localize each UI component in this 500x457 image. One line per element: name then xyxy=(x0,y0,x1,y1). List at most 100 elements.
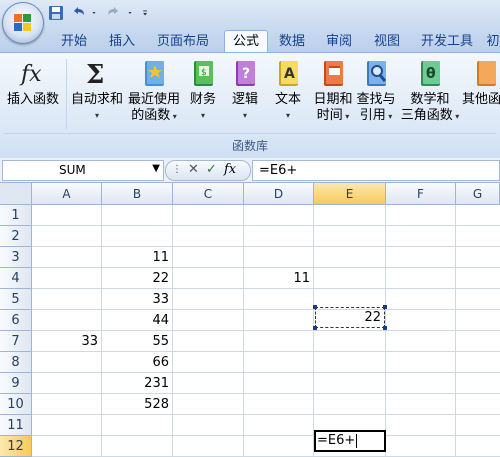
formula-input[interactable]: =E6+ xyxy=(252,160,500,181)
column-header-c[interactable]: C xyxy=(173,183,244,205)
row-header[interactable]: 3 xyxy=(0,247,32,268)
row-header[interactable]: 6 xyxy=(0,310,32,331)
group-divider xyxy=(4,133,496,134)
cell-b8[interactable]: 66 xyxy=(102,352,173,373)
svg-text:$: $ xyxy=(201,68,207,78)
column-header-b[interactable]: B xyxy=(102,183,173,205)
cell-b3[interactable]: 11 xyxy=(102,247,173,268)
cell-b6[interactable]: 44 xyxy=(102,310,173,331)
row-header[interactable]: 2 xyxy=(0,226,32,247)
row-header[interactable]: 4 xyxy=(0,268,32,289)
insert-function-label: 插入函数 xyxy=(6,92,59,107)
fx-icon[interactable]: fx xyxy=(224,162,236,177)
tab-formulas[interactable]: 公式 xyxy=(224,30,268,53)
chevron-down-icon: ▾ xyxy=(170,112,177,121)
cell-b10[interactable]: 528 xyxy=(102,394,173,415)
column-header-a[interactable]: A xyxy=(32,183,102,205)
chevron-down-icon[interactable]: ▼ xyxy=(152,163,160,174)
row-header-selected[interactable]: 12 xyxy=(0,436,32,457)
financial-label: 财务 xyxy=(189,92,216,107)
select-all-corner[interactable] xyxy=(0,183,32,205)
math-trig-label: 数学和 xyxy=(410,92,450,107)
function-library-group-label: 函数库 xyxy=(231,139,268,153)
tab-more[interactable]: 初 xyxy=(486,31,500,52)
lookup-reference-button[interactable]: 查找与 引用 ▾ xyxy=(355,57,397,125)
tab-review[interactable]: 审阅 xyxy=(320,31,358,52)
cell-b4[interactable]: 22 xyxy=(102,268,173,289)
formula-buttons: ⋮ ✕ ✓ fx xyxy=(165,160,251,181)
column-header-g[interactable]: G xyxy=(456,183,500,205)
fx-icon: fx xyxy=(17,57,49,89)
chevron-down-icon: ▾ xyxy=(200,111,205,120)
formula-text: =E6+ xyxy=(259,163,298,178)
tab-home[interactable]: 开始 xyxy=(55,31,93,52)
active-cell-e12[interactable]: =E6+ xyxy=(314,430,386,452)
worksheet-grid[interactable]: A B C D E F G 1 2 3 4 5 6 7 8 9 10 11 12… xyxy=(0,183,500,457)
expand-icon[interactable]: ⋮ xyxy=(172,164,182,175)
chevron-down-icon: ▾ xyxy=(242,111,247,120)
chevron-down-icon: ▾ xyxy=(385,112,393,121)
row-header[interactable]: 11 xyxy=(0,415,32,436)
lookup-reference-label: 查找与 xyxy=(356,92,396,107)
row-header[interactable]: 10 xyxy=(0,394,32,415)
cell-b7[interactable]: 55 xyxy=(102,331,173,352)
row-header[interactable]: 1 xyxy=(0,205,32,226)
copy-marquee-e6: 22 xyxy=(313,305,387,330)
gridline xyxy=(313,205,314,457)
finance-book-icon: $ xyxy=(187,57,219,89)
column-header-d[interactable]: D xyxy=(244,183,314,205)
tab-page-layout[interactable]: 页面布局 xyxy=(150,31,216,52)
gridline xyxy=(32,435,500,436)
date-time-button[interactable]: 日期和 时间 ▾ xyxy=(312,57,354,125)
cell-b5[interactable]: 33 xyxy=(102,289,173,310)
tab-view[interactable]: 视图 xyxy=(368,31,406,52)
gridline xyxy=(385,205,386,457)
enter-icon[interactable]: ✓ xyxy=(206,162,217,177)
cell-a7[interactable]: 33 xyxy=(32,331,102,352)
autosum-label: 自动求和 xyxy=(70,92,123,107)
column-header-e[interactable]: E xyxy=(314,183,386,205)
customize-icon[interactable] xyxy=(142,5,152,21)
svg-text:θ: θ xyxy=(426,66,436,82)
chevron-down-icon: ▾ xyxy=(342,112,350,121)
text-caret xyxy=(356,433,358,448)
theta-book-icon: θ xyxy=(414,57,446,89)
tab-developer[interactable]: 开发工具 xyxy=(414,31,480,52)
office-button[interactable] xyxy=(2,2,44,44)
star-book-icon xyxy=(138,57,170,89)
tab-data[interactable]: 数据 xyxy=(273,31,311,52)
undo-icon[interactable] xyxy=(70,5,86,21)
text-button[interactable]: A 文本 ▾ xyxy=(271,57,305,124)
name-box[interactable]: SUM ▼ xyxy=(2,160,164,181)
logical-button[interactable]: ? 逻辑 ▾ xyxy=(228,57,262,124)
column-header-f[interactable]: F xyxy=(386,183,456,205)
svg-text:Σ: Σ xyxy=(86,60,104,89)
row-header[interactable]: 7 xyxy=(0,331,32,352)
date-time-label: 日期和 xyxy=(313,92,353,107)
cancel-icon[interactable]: ✕ xyxy=(188,162,199,177)
math-trig-button[interactable]: θ 数学和 三角函数 ▾ xyxy=(398,57,462,125)
chevron-down-icon[interactable] xyxy=(92,5,100,21)
tab-insert[interactable]: 插入 xyxy=(103,31,141,52)
row-header[interactable]: 9 xyxy=(0,373,32,394)
logical-label: 逻辑 xyxy=(231,92,258,107)
marquee-handle xyxy=(313,305,317,309)
more-functions-label: 其他函 xyxy=(462,92,500,107)
recently-used-button[interactable]: 最近使用 的函数 ▾ xyxy=(126,57,182,125)
insert-function-button[interactable]: fx 插入函数 xyxy=(2,57,64,108)
name-box-value: SUM xyxy=(59,163,86,177)
redo-icon[interactable] xyxy=(106,5,122,21)
chevron-down-icon[interactable] xyxy=(128,5,136,21)
cell-b9[interactable]: 231 xyxy=(102,373,173,394)
row-header[interactable]: 5 xyxy=(0,289,32,310)
lookup-reference-sublabel: 引用 xyxy=(359,108,386,123)
row-header[interactable]: 8 xyxy=(0,352,32,373)
text-label: 文本 xyxy=(274,92,301,107)
financial-button[interactable]: $ 财务 ▾ xyxy=(186,57,220,124)
save-icon[interactable] xyxy=(48,5,64,21)
cell-d4[interactable]: 11 xyxy=(244,268,314,289)
autosum-button[interactable]: Σ 自动求和 ▾ xyxy=(67,57,127,124)
more-functions-button[interactable]: 其他函 xyxy=(462,57,500,108)
cell-e6[interactable]: 22 xyxy=(364,308,381,327)
gridline xyxy=(32,225,500,226)
